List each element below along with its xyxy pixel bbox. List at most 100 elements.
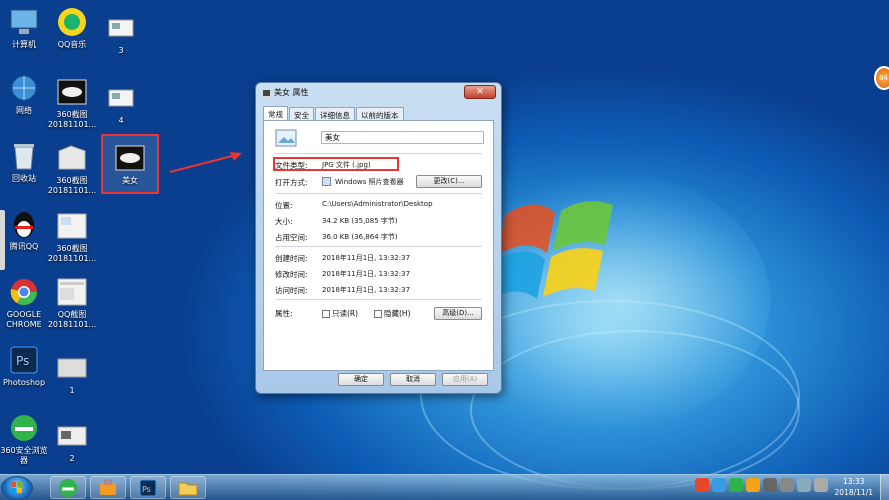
desktop-icon-4[interactable]: 4: [89, 82, 153, 126]
desktop-icon-360screenshot-2[interactable]: 360截图 20181101...: [40, 142, 104, 196]
folder-doc-icon: [104, 12, 138, 44]
svg-text:Ps: Ps: [142, 485, 151, 494]
windows-flag-icon: [11, 482, 22, 493]
chrome-icon: [7, 276, 41, 308]
ok-button[interactable]: 确定: [338, 373, 384, 386]
modified-value: 2018年11月1日, 13:32:37: [322, 270, 411, 278]
image-file-icon: [262, 88, 271, 97]
created-value: 2018年11月1日, 13:32:37: [322, 254, 411, 262]
filename-field[interactable]: 美女: [321, 131, 484, 144]
modified-label: 修改时间:: [275, 270, 308, 279]
network-icon: [7, 72, 41, 104]
network-tray-icon[interactable]: [797, 478, 811, 492]
clock-time: 13:33: [842, 477, 865, 486]
svg-text:Ps: Ps: [16, 354, 29, 368]
file-thumbnail-icon: [275, 129, 297, 147]
divider: [275, 193, 482, 194]
advanced-button[interactable]: 高级(D)...: [434, 307, 482, 320]
360-browser-icon: [7, 412, 41, 444]
size-value: 34.2 KB (35,085 字节): [322, 217, 398, 225]
accessed-value: 2018年11月1日, 13:32:37: [322, 286, 411, 294]
photoshop-icon: Ps: [7, 344, 41, 376]
sogou-input-icon[interactable]: [695, 478, 709, 492]
floating-widget-badge[interactable]: 84: [874, 66, 889, 90]
file-type-label: 文件类型:: [275, 161, 308, 170]
desktop-icon-2[interactable]: 2: [40, 420, 104, 464]
folder-icon: [178, 482, 198, 495]
icon-label: 1: [69, 386, 75, 395]
close-button[interactable]: ✕: [464, 85, 496, 99]
desktop-icon-1[interactable]: 1: [40, 352, 104, 396]
red-arrow-annotation: [169, 152, 242, 173]
checkbox-box: [374, 309, 382, 318]
general-tab-pane: 美女 文件类型: JPG 文件 (.jpg) 打开方式: Windows 照片查…: [263, 120, 494, 371]
system-tray: [695, 478, 828, 492]
360-browser-icon: [59, 478, 77, 497]
folder-doc-icon: [104, 82, 138, 114]
keyboard-icon[interactable]: [712, 478, 726, 492]
file-type-value: JPG 文件 (.jpg): [322, 161, 371, 169]
clock[interactable]: 13:33 2018/11/1: [835, 476, 873, 498]
icon-label: 360截图 20181101...: [47, 176, 97, 195]
attributes-label: 属性:: [275, 309, 293, 318]
hidden-label: 隐藏(H): [384, 309, 411, 318]
location-value: C:\Users\Administrator\Desktop: [322, 200, 433, 208]
icon-label: QQ截图 20181101...: [47, 310, 97, 329]
start-button[interactable]: [1, 476, 33, 500]
toolbox-icon: [100, 479, 116, 495]
hidden-checkbox[interactable]: 隐藏(H): [374, 308, 411, 319]
qq-music-icon: [55, 6, 89, 38]
icon-label: 360截图 20181101...: [47, 244, 97, 263]
screenshot-file-icon: [55, 142, 89, 174]
chevron-up-icon[interactable]: [763, 478, 777, 492]
security-shield-icon[interactable]: [729, 478, 743, 492]
desktop-icon-meinv[interactable]: 美女: [98, 142, 162, 186]
taskbar-toolbox[interactable]: [90, 476, 126, 499]
created-label: 创建时间:: [275, 254, 308, 263]
divider: [275, 246, 482, 247]
computer-icon: [7, 6, 41, 38]
tray-app-icon[interactable]: [746, 478, 760, 492]
photoshop-icon: Ps: [139, 479, 157, 496]
location-label: 位置:: [275, 201, 293, 210]
desktop-icon-qqscreenshot[interactable]: QQ截图 20181101...: [40, 276, 104, 330]
checkbox-box: [322, 309, 330, 318]
qq-penguin-icon: [7, 208, 41, 240]
disk-size-label: 占用空间:: [275, 233, 308, 242]
properties-dialog: 美女 属性 ✕ 常规 安全 详细信息 以前的版本 美女 文件类型: JPG 文件…: [255, 82, 502, 394]
taskbar-360-browser[interactable]: [50, 476, 86, 499]
side-panel-handle[interactable]: [0, 210, 5, 270]
screenshot-file-icon: [55, 276, 89, 308]
screenshot-file-icon: [55, 210, 89, 242]
readonly-checkbox[interactable]: 只读(R): [322, 308, 358, 319]
open-with-label: 打开方式:: [275, 178, 308, 187]
flag-icon[interactable]: [780, 478, 794, 492]
image-file-icon: [113, 142, 147, 174]
recycle-bin-icon: [7, 140, 41, 172]
image-file-icon: [55, 352, 89, 384]
change-button[interactable]: 更改(C)...: [416, 175, 482, 188]
readonly-label: 只读(R): [332, 309, 359, 318]
speaker-icon[interactable]: [814, 478, 828, 492]
size-label: 大小:: [275, 217, 293, 226]
dialog-title: 美女 属性: [274, 88, 309, 97]
icon-label: 美女: [122, 176, 138, 185]
divider: [275, 299, 482, 300]
taskbar-file-explorer[interactable]: [170, 476, 206, 499]
taskbar-photoshop[interactable]: Ps: [130, 476, 166, 499]
show-desktop-button[interactable]: [880, 474, 889, 500]
disk-size-value: 36.0 KB (36,864 字节): [322, 233, 398, 241]
desktop-icon-360screenshot-3[interactable]: 360截图 20181101...: [40, 210, 104, 264]
desktop-icon-3[interactable]: 3: [89, 12, 153, 56]
image-file-icon: [55, 420, 89, 452]
icon-label: 3: [118, 46, 124, 55]
icon-label: 2: [69, 454, 75, 463]
apply-button[interactable]: 应用(A): [442, 373, 488, 386]
divider: [275, 153, 482, 154]
clock-date: 2018/11/1: [834, 488, 873, 497]
dialog-title-bar[interactable]: 美女 属性: [262, 87, 309, 98]
screenshot-file-icon: [55, 76, 89, 108]
wallpaper-swoosh: [470, 330, 800, 490]
icon-label: 4: [118, 116, 124, 125]
cancel-button[interactable]: 取消: [390, 373, 436, 386]
